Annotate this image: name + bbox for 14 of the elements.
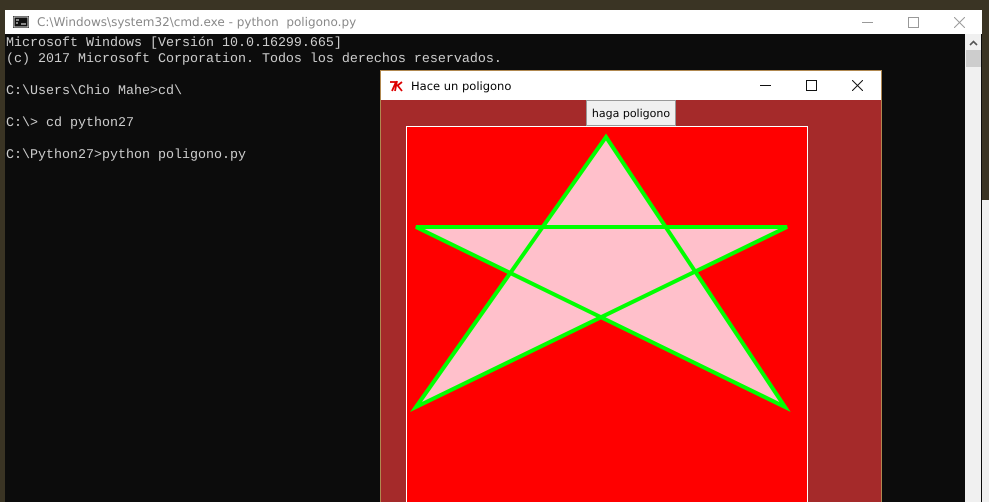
maximize-icon[interactable]	[806, 80, 817, 91]
console-line: C:\Python27>python poligono.py	[6, 148, 246, 164]
feather-icon	[389, 80, 404, 92]
close-icon[interactable]	[852, 80, 863, 91]
window-title: C:\Windows\system32\cmd.exe - python poligono.py	[37, 15, 356, 29]
console-line: (c) 2017 Microsoft Corporation. Todos los derechos reservados.	[6, 52, 502, 68]
scrollbar-thumb[interactable]	[966, 50, 980, 67]
console-line: C:\> cd python27	[6, 116, 134, 132]
console-line: Microsoft Windows [Versión 10.0.16299.665]	[6, 36, 342, 52]
window-title: Hace un poligono	[411, 78, 512, 92]
console-line: C:\Users\Chio Mahe>cd\	[6, 84, 182, 100]
console-icon	[13, 16, 29, 28]
scroll-up-icon[interactable]	[968, 40, 978, 46]
draw-polygon-button[interactable]: haga poligono	[586, 100, 676, 126]
